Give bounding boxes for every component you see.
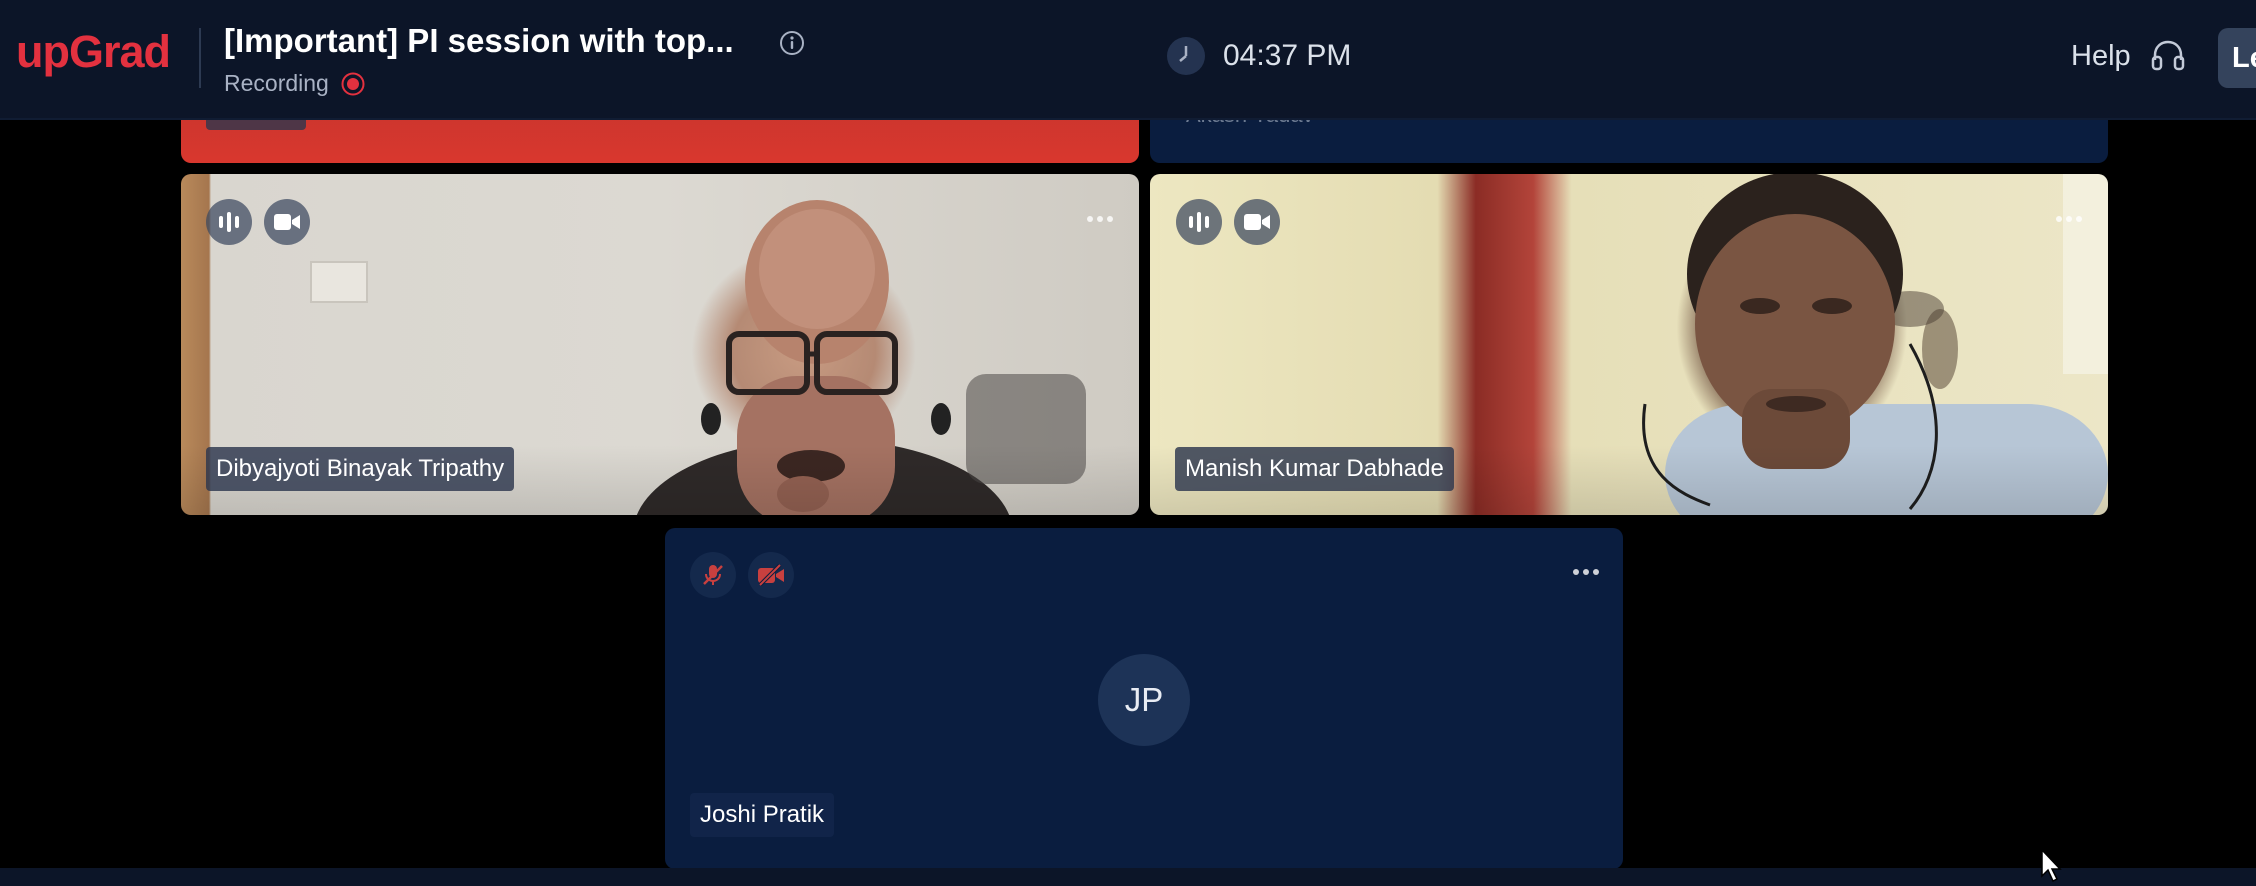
session-title: [Important] PI session with top... [224, 22, 734, 59]
info-icon[interactable] [778, 29, 806, 57]
audio-level-icon [206, 199, 252, 245]
meeting-stage: Akash Yadav Dibyajyoti Binay [0, 0, 2256, 886]
leave-button[interactable]: Le [2218, 28, 2256, 88]
help-link[interactable]: Help [2071, 40, 2131, 73]
video-tile-joshi[interactable]: JP Joshi Pratik [665, 528, 1623, 869]
more-options-icon[interactable] [2054, 214, 2084, 224]
participant-name-tag: Joshi Pratik [690, 793, 835, 837]
participant-name-tag: Manish Kumar Dabhade [1175, 447, 1454, 491]
mouse-cursor-icon [2041, 848, 2062, 883]
mic-muted-icon [690, 552, 736, 598]
record-dot-icon [341, 72, 365, 96]
clock-icon [1167, 37, 1205, 75]
header-divider [199, 28, 201, 88]
more-options-icon[interactable] [1571, 567, 1601, 577]
video-camera-icon [1234, 199, 1280, 245]
headset-icon[interactable] [2150, 38, 2186, 74]
video-tile-manish[interactable]: Manish Kumar Dabhade [1150, 174, 2108, 515]
audio-level-icon [1176, 199, 1222, 245]
upgrad-logo: upGrad [16, 26, 171, 77]
camera-off-icon [748, 552, 794, 598]
participant-name-tag: Dibyajyoti Binayak Tripathy [206, 447, 515, 491]
meeting-header: upGrad [Important] PI session with top..… [0, 0, 2256, 118]
control-bar-edge [0, 868, 2256, 886]
participant-avatar: JP [1098, 654, 1190, 746]
video-tile-dibyajyoti[interactable]: Dibyajyoti Binayak Tripathy [181, 174, 1139, 515]
session-clock: 04:37 PM [1223, 39, 1352, 72]
recording-status: Recording [224, 70, 329, 96]
video-camera-icon [264, 199, 310, 245]
more-options-icon[interactable] [1085, 214, 1115, 224]
